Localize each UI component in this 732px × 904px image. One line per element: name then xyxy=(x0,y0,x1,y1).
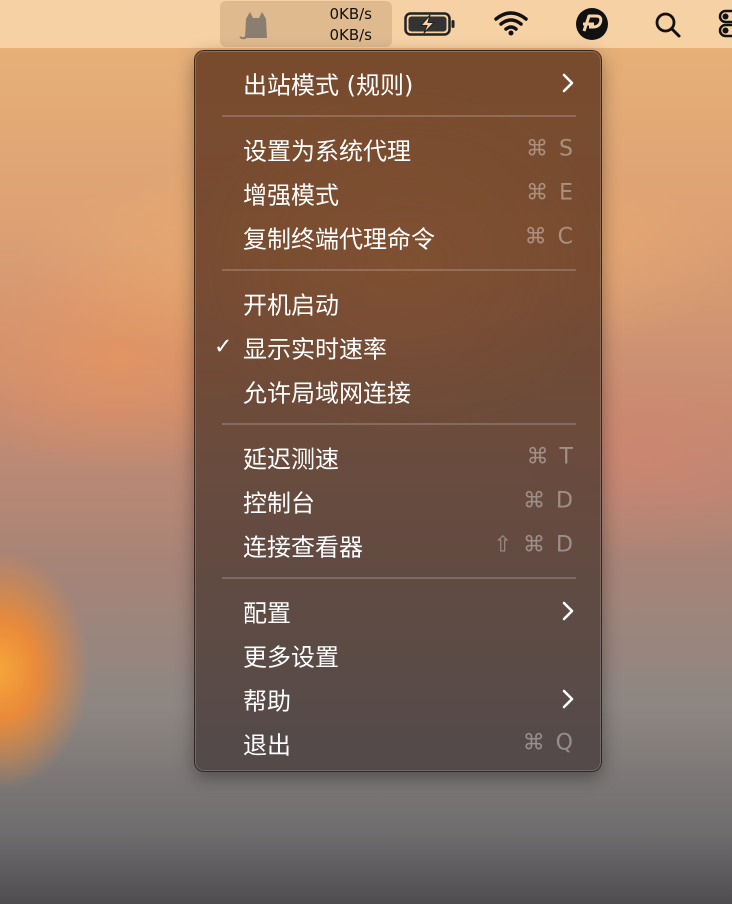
shortcut-hint: ⌘ C xyxy=(524,224,575,250)
menu-item-label: 更多设置 xyxy=(243,643,339,672)
cat-icon xyxy=(239,12,267,40)
menu-item-label: 控制台 xyxy=(243,489,315,518)
menu-item-label: 显示实时速率 xyxy=(243,335,387,364)
menu-item-label: 延迟测速 xyxy=(243,445,339,474)
menu-item-latency-test[interactable]: 延迟测速 ⌘ T xyxy=(195,437,601,477)
menu-item-show-realtime-speed[interactable]: ✓ 显示实时速率 xyxy=(195,327,601,367)
menu-item-label: 允许局域网连接 xyxy=(243,379,411,408)
shortcut-hint: ⌘ D xyxy=(523,488,575,514)
menu-item-enhanced-mode[interactable]: 增强模式 ⌘ E xyxy=(195,173,601,213)
proxy-dropdown-menu: 出站模式 (规则) 设置为系统代理 ⌘ S 增强模式 ⌘ E 复制终端代理命令 … xyxy=(194,50,602,772)
menu-separator xyxy=(222,577,576,579)
upload-speed: 0KB/s xyxy=(329,5,372,23)
battery-charging-icon[interactable] xyxy=(404,12,456,36)
menu-item-connection-viewer[interactable]: 连接查看器 ⇧ ⌘ D xyxy=(195,525,601,565)
menu-item-help[interactable]: 帮助 xyxy=(195,679,601,719)
menu-item-dashboard[interactable]: 控制台 ⌘ D xyxy=(195,481,601,521)
chevron-right-icon xyxy=(562,73,574,93)
menu-item-outbound-mode[interactable]: 出站模式 (规则) xyxy=(195,63,601,103)
menu-item-label: 帮助 xyxy=(243,687,291,716)
menu-item-label: 退出 xyxy=(243,731,291,760)
menu-item-allow-lan[interactable]: 允许局域网连接 xyxy=(195,371,601,411)
control-center-icon[interactable] xyxy=(718,9,732,39)
shortcut-hint: ⌘ E xyxy=(526,180,575,206)
menu-item-quit[interactable]: 退出 ⌘ Q xyxy=(195,723,601,763)
menu-separator xyxy=(222,269,576,271)
menu-item-config[interactable]: 配置 xyxy=(195,591,601,631)
menu-item-set-system-proxy[interactable]: 设置为系统代理 ⌘ S xyxy=(195,129,601,169)
shortcut-hint: ⇧ ⌘ D xyxy=(493,532,575,558)
menu-item-launch-at-login[interactable]: 开机启动 xyxy=(195,283,601,323)
menu-item-label: 连接查看器 xyxy=(243,533,363,562)
shortcut-hint: ⌘ Q xyxy=(522,730,575,756)
search-icon[interactable] xyxy=(654,11,682,39)
speed-readout: 0KB/s 0KB/s xyxy=(329,4,372,46)
menu-item-label: 配置 xyxy=(243,599,291,628)
menu-separator xyxy=(222,115,576,117)
p-app-icon[interactable] xyxy=(575,7,609,41)
shortcut-hint: ⌘ S xyxy=(526,136,575,162)
chevron-right-icon xyxy=(562,601,574,621)
wifi-icon[interactable] xyxy=(494,10,528,36)
menu-item-copy-terminal-command[interactable]: 复制终端代理命令 ⌘ C xyxy=(195,217,601,257)
menu-bar: 0KB/s 0KB/s xyxy=(0,0,732,48)
menu-item-more-settings[interactable]: 更多设置 xyxy=(195,635,601,675)
download-speed: 0KB/s xyxy=(329,26,372,44)
menu-item-label: 复制终端代理命令 xyxy=(243,225,435,254)
menu-separator xyxy=(222,423,576,425)
menu-item-label: 出站模式 (规则) xyxy=(243,71,414,100)
chevron-right-icon xyxy=(562,689,574,709)
shortcut-hint: ⌘ T xyxy=(526,444,575,470)
menu-item-label: 设置为系统代理 xyxy=(243,137,411,166)
checkmark-icon: ✓ xyxy=(214,334,233,360)
proxy-speed-status-item[interactable]: 0KB/s 0KB/s xyxy=(220,1,392,47)
menu-item-label: 增强模式 xyxy=(243,181,339,210)
menu-item-label: 开机启动 xyxy=(243,291,339,320)
